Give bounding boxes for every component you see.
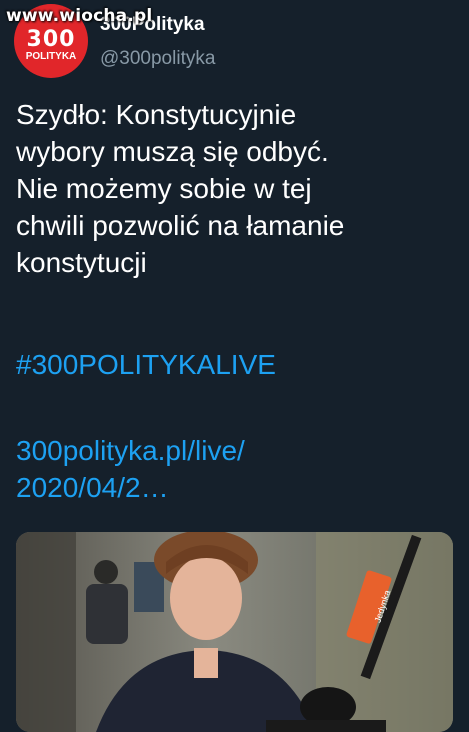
tweet-line: Nie możemy sobie w tej — [16, 173, 312, 204]
account-handle[interactable]: @300polityka — [100, 48, 215, 70]
tweet-line: wybory muszą się odbyć. — [16, 136, 329, 167]
url-line: 300polityka.pl/live/ — [16, 435, 245, 466]
tweet-text: Szydło: Konstytucyjnie wybory muszą się … — [16, 96, 456, 281]
hashtag-link[interactable]: #300POLITYKALIVE — [16, 346, 276, 383]
watermark: www.wiocha.pl — [6, 6, 153, 26]
avatar-label: POLITYKA — [25, 51, 77, 62]
url-line: 2020/04/2… — [16, 472, 169, 503]
avatar-number: 300 — [26, 27, 76, 52]
photo-illustration: Jedynka — [16, 532, 453, 732]
url-link[interactable]: 300polityka.pl/live/ 2020/04/2… — [16, 432, 456, 506]
tweet-line: konstytucji — [16, 247, 147, 278]
tweet-line: Szydło: Konstytucyjnie — [16, 99, 297, 130]
tweet-line: chwili pozwolić na łamanie — [16, 210, 345, 241]
media-image[interactable]: Jedynka — [16, 532, 453, 732]
